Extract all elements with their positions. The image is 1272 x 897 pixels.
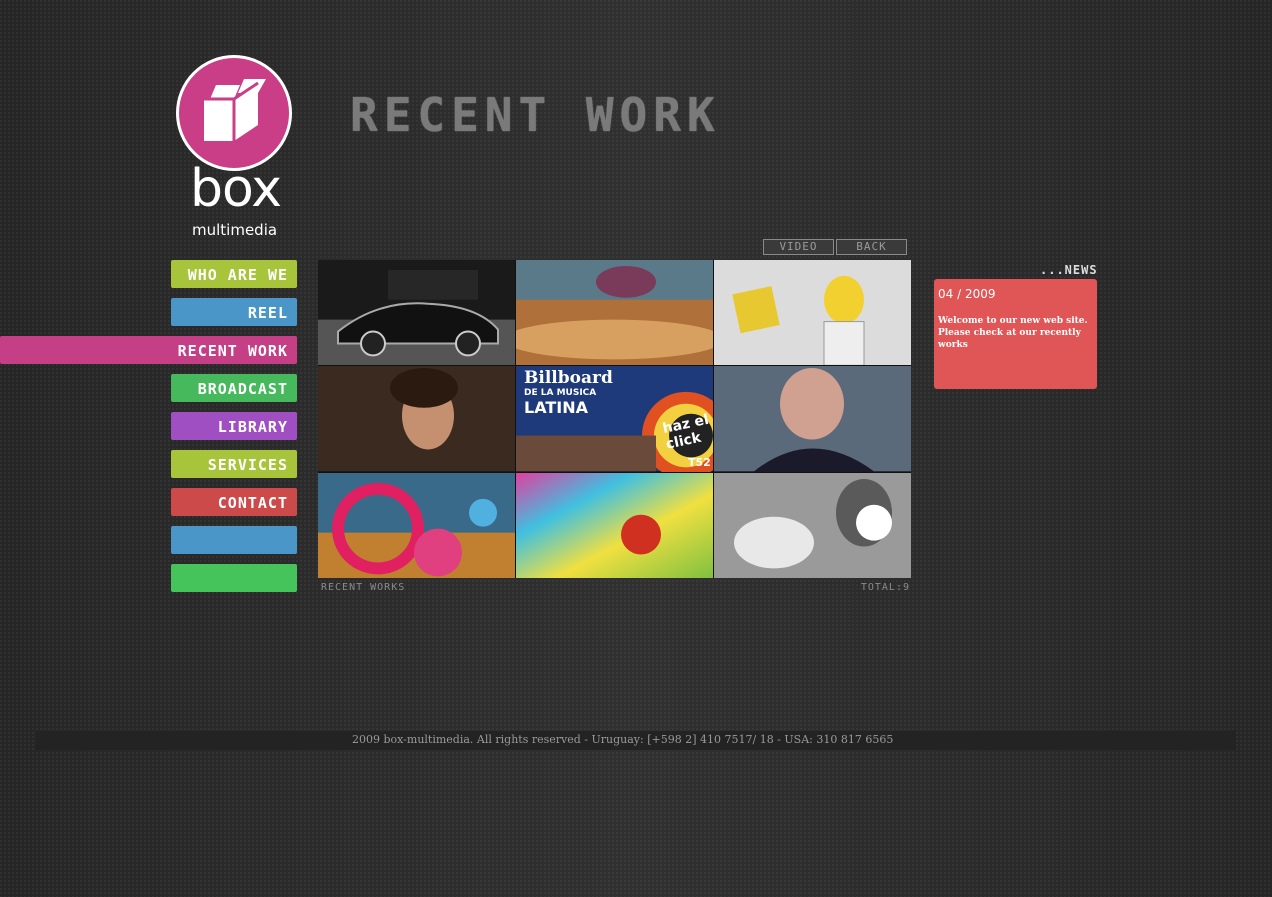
produce-image (318, 472, 515, 578)
nav-label: REEL (247, 304, 288, 322)
page-title: RECENT WORK (350, 88, 721, 142)
footer-copyright: 2009 box-multimedia. All rights reserved… (352, 733, 894, 746)
nav-label: LIBRARY (217, 418, 288, 436)
thumb-car[interactable] (318, 260, 515, 366)
news-box: 04 / 2009 Welcome to our new web site. P… (934, 279, 1097, 389)
thumb-stadium[interactable] (516, 260, 713, 366)
nav-reel[interactable]: REEL (171, 298, 297, 326)
thumb-billboard[interactable]: Billboard DE LA MUSICA LATINA haz el cli… (516, 366, 713, 472)
footer-bar: 2009 box-multimedia. All rights reserved… (36, 731, 1236, 750)
thumb-colors[interactable] (516, 472, 713, 578)
recent-work-grid: Billboard DE LA MUSICA LATINA haz el cli… (318, 260, 911, 578)
nav-label: CONTACT (217, 494, 288, 512)
homer-image (714, 260, 911, 366)
billboard-latina: LATINA (524, 398, 588, 418)
news-date: 04 / 2009 (938, 287, 996, 301)
thumb-produce[interactable] (318, 472, 515, 578)
back-button[interactable]: BACK (836, 239, 907, 255)
nav-label: RECENT WORK (177, 342, 288, 360)
billboard-subtitle: DE LA MUSICA (524, 388, 597, 399)
car-image (318, 260, 515, 366)
colors-image (516, 472, 713, 578)
nav-label: SERVICES (207, 456, 288, 474)
grid-total: TOTAL:9 (860, 582, 910, 593)
nav-contact[interactable]: CONTACT (171, 488, 297, 516)
billboard-title: Billboard (524, 368, 613, 389)
nav-who-are-we[interactable]: WHO ARE WE (171, 260, 297, 288)
thumb-simpsons[interactable] (714, 260, 911, 366)
logo-wordmark: box (190, 159, 282, 219)
nav-blank-blue[interactable] (171, 526, 297, 554)
nav-blank-green[interactable] (171, 564, 297, 592)
nav-recent-work[interactable]: RECENT WORK (0, 336, 297, 364)
logo-subtitle: multimedia (192, 221, 278, 239)
grid-caption: RECENT WORKS (321, 582, 406, 593)
thumb-host[interactable] (714, 366, 911, 472)
box-multimedia-logo[interactable]: box multimedia (176, 55, 292, 241)
portrait-image (318, 366, 515, 472)
nav-label: BROADCAST (197, 380, 288, 398)
guitarist-image (714, 472, 911, 578)
thumb-guitarist[interactable] (714, 472, 911, 578)
cube-icon (204, 79, 266, 141)
thumb-portrait[interactable] (318, 366, 515, 472)
stadium-image (516, 260, 713, 366)
nav-broadcast[interactable]: BROADCAST (171, 374, 297, 402)
host-image (714, 366, 911, 472)
news-heading: ...NEWS (1040, 263, 1098, 277)
video-button[interactable]: VIDEO (763, 239, 834, 255)
nav-services[interactable]: SERVICES (171, 450, 297, 478)
nav-library[interactable]: LIBRARY (171, 412, 297, 440)
nav-label: WHO ARE WE (187, 266, 288, 284)
channel-badge: T52 (688, 456, 711, 470)
news-text: Welcome to our new web site. Please chec… (938, 316, 1088, 350)
